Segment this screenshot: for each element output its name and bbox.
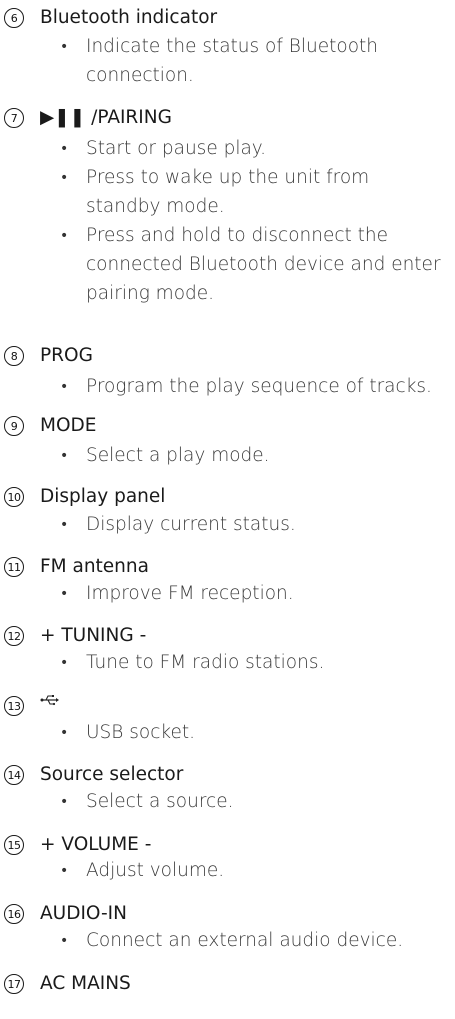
item-description: Start or pause play. — [86, 138, 266, 159]
item-description: USB socket. — [86, 722, 195, 743]
item-title: Display panel — [40, 486, 166, 507]
item-description: Adjust volume. — [86, 860, 225, 881]
item-title: MODE — [40, 415, 97, 436]
bullet-icon: • — [60, 228, 69, 244]
item-description: Select a play mode. — [86, 445, 270, 466]
item-title: Source selector — [40, 764, 184, 785]
item-description: Indicate the status of Bluetooth connect… — [86, 36, 378, 86]
item-description: Improve FM reception. — [86, 583, 294, 604]
usb-icon — [40, 692, 60, 716]
bullet-icon: • — [60, 863, 69, 879]
item-number: 7 — [4, 108, 24, 128]
item-number: 17 — [4, 974, 24, 994]
bullet-icon: • — [60, 586, 69, 602]
item-number: 11 — [4, 557, 24, 577]
item-number: 16 — [4, 904, 24, 924]
item-title: FM antenna — [40, 556, 149, 577]
item-description: Program the play sequence of tracks. — [86, 376, 432, 397]
item-number: 10 — [4, 487, 24, 507]
item-description: Press and hold to disconnect the connect… — [86, 225, 441, 304]
item-number: 13 — [4, 696, 24, 716]
item-number: 15 — [4, 835, 24, 855]
item-number: 8 — [4, 346, 24, 366]
bullet-icon: • — [60, 170, 69, 186]
item-title: + TUNING - — [40, 625, 147, 646]
item-title: + VOLUME - — [40, 834, 152, 855]
item-number: 9 — [4, 416, 24, 436]
bullet-icon: • — [60, 141, 69, 157]
bullet-icon: • — [60, 379, 69, 395]
item-description: Select a source. — [86, 791, 234, 812]
item-title: AC MAINS — [40, 973, 131, 994]
item-description: Press to wake up the unit from standby m… — [86, 167, 370, 217]
item-description: Display current status. — [86, 514, 296, 535]
bullet-icon: • — [60, 725, 69, 741]
item-title: ▶❚❚ /PAIRING — [40, 107, 172, 128]
bullet-icon: • — [60, 933, 69, 949]
item-description: Connect an external audio device. — [86, 930, 404, 951]
bullet-icon: • — [60, 794, 69, 810]
bullet-icon: • — [60, 448, 69, 464]
item-number: 12 — [4, 626, 24, 646]
item-number: 14 — [4, 765, 24, 785]
bullet-icon: • — [60, 39, 69, 55]
bullet-icon: • — [60, 655, 69, 671]
item-description: Tune to FM radio stations. — [86, 652, 325, 673]
item-title: PROG — [40, 345, 93, 366]
item-number: 6 — [4, 8, 24, 28]
bullet-icon: • — [60, 517, 69, 533]
item-title: AUDIO-IN — [40, 903, 127, 924]
item-title: Bluetooth indicator — [40, 7, 218, 28]
